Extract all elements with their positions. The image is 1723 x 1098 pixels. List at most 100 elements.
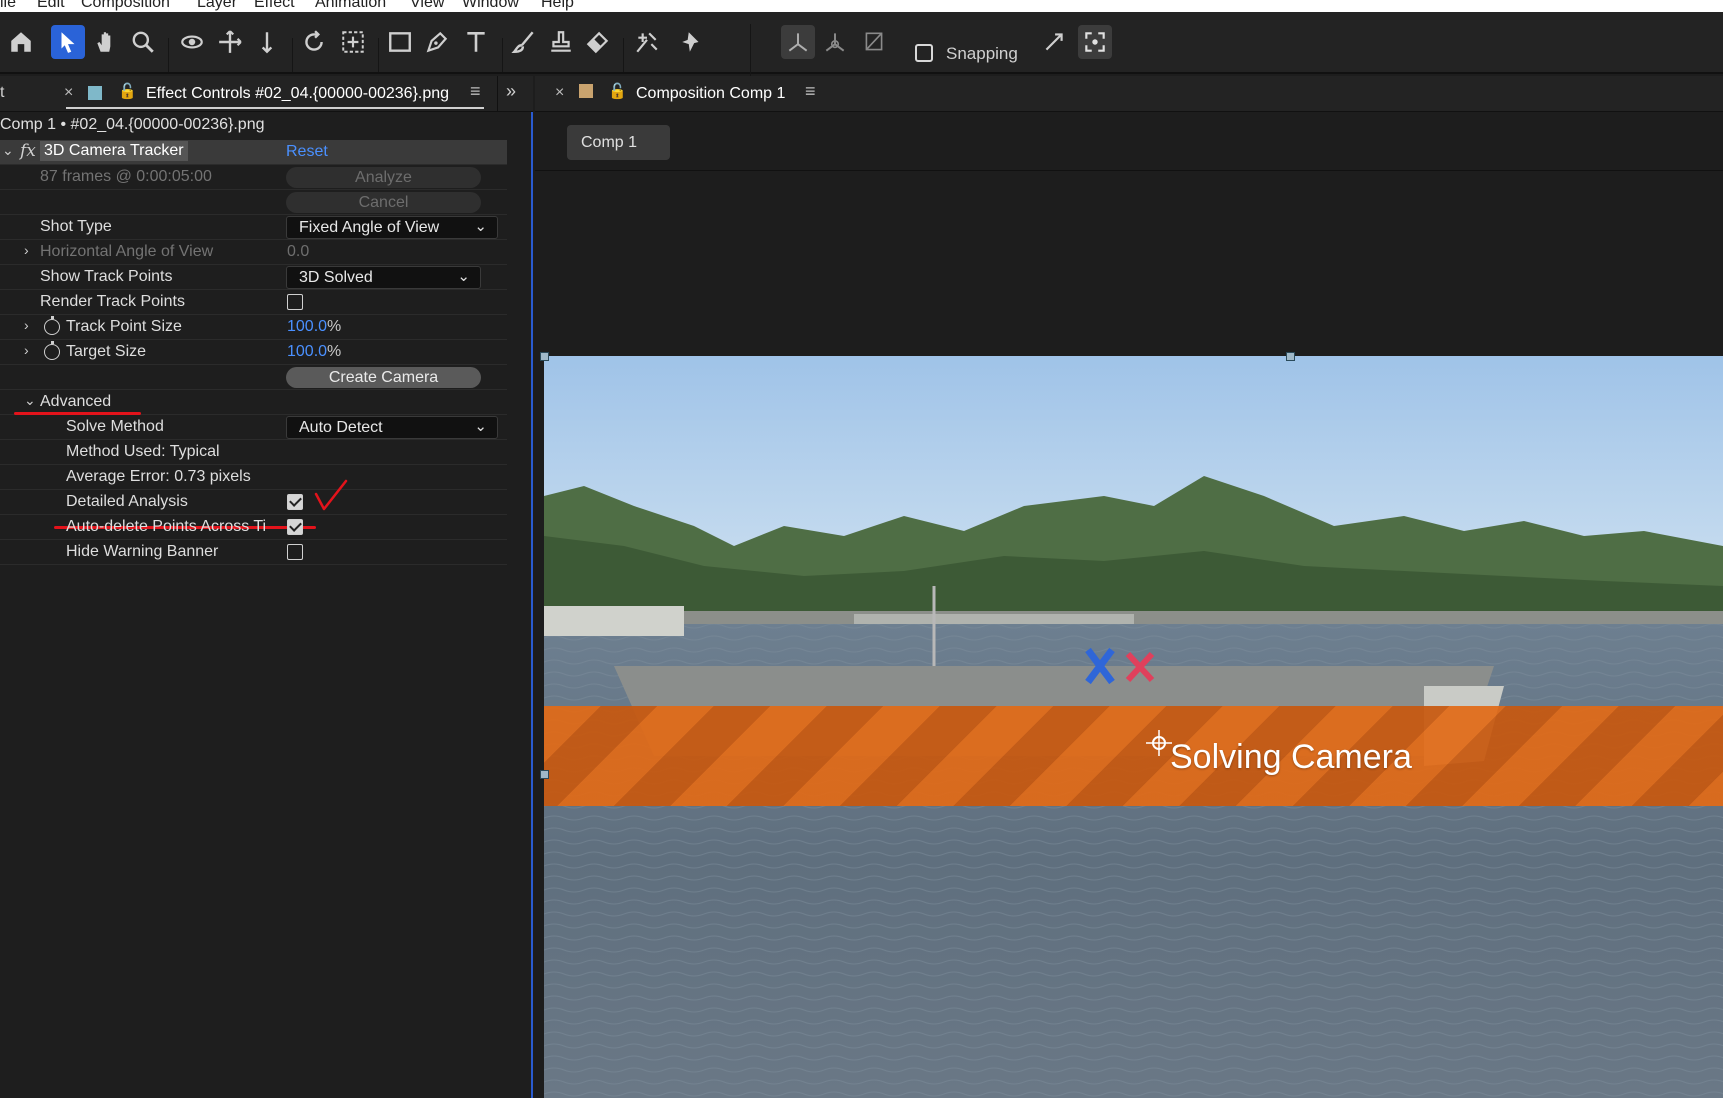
stopwatch-icon[interactable] [44,341,60,360]
chevron-right-icon[interactable]: › [24,317,29,333]
percent-unit: % [327,318,342,335]
track-xy-icon[interactable] [213,25,247,59]
layer-path: Comp 1 • #02_04.{00000-00236}.png [0,116,265,133]
frames-info: 87 frames @ 0:00:05:00 [40,168,212,185]
menu-edit[interactable]: Edit [37,0,65,12]
shot-type-value: Fixed Angle of View [299,219,440,236]
snapping-checkbox[interactable] [915,44,933,62]
layer-handle[interactable] [1286,352,1295,361]
chevron-down-icon[interactable]: ⌄ [2,142,14,159]
rectangle-icon[interactable] [383,25,417,59]
active-tab-underline [66,107,484,109]
menu-view[interactable]: View [410,0,444,12]
view-axis-icon[interactable] [857,25,891,59]
orbit-icon[interactable] [175,25,209,59]
rotate-icon[interactable] [297,25,331,59]
detailed-analysis-checkbox[interactable] [287,494,303,510]
chevron-down-icon: ⌄ [457,268,470,285]
shot-type-dropdown[interactable]: Fixed Angle of View ⌄ [286,216,498,239]
hand-icon[interactable] [89,25,123,59]
panel-menu-icon[interactable]: ≡ [470,81,481,102]
effect-name[interactable]: 3D Camera Tracker [40,141,188,161]
layer-handle[interactable] [540,352,549,361]
create-camera-row: Create Camera [0,365,507,390]
tab-effect-controls[interactable]: Effect Controls #02_04.{00000-00236}.png [146,85,449,103]
tab-separator [497,76,498,112]
menu-window[interactable]: Window [462,0,519,12]
show-track-points-value: 3D Solved [299,269,373,286]
show-track-points-label: Show Track Points [40,268,173,285]
project-tab-fragment[interactable]: t [0,84,4,102]
brush-icon[interactable] [507,25,541,59]
chevron-right-icon[interactable]: › [24,242,29,258]
target-size-label: Target Size [66,343,147,360]
close-icon[interactable]: × [555,84,564,102]
track-point-size-row: › Track Point Size 100.0% [0,315,507,340]
menu-help[interactable]: Help [541,0,574,12]
target-size-field[interactable]: 100.0% [287,343,341,361]
fx-icon[interactable]: fx [20,141,36,161]
render-track-points-checkbox[interactable] [287,294,303,310]
track-point-size-value[interactable]: 100.0 [287,318,327,335]
menu-effect[interactable]: Effect [254,0,295,12]
create-camera-button[interactable]: Create Camera [286,367,481,388]
solve-method-row: Solve Method Auto Detect ⌄ [0,415,507,440]
world-axis-icon[interactable] [818,25,852,59]
roto-brush-icon[interactable] [630,25,664,59]
composition-tab-bar: × 🔓 Composition Comp 1 ≡ [535,76,1723,112]
render-track-points-label: Render Track Points [40,293,185,310]
snap-target-icon[interactable] [1078,25,1112,59]
type-icon[interactable] [459,25,493,59]
menu-layer[interactable]: Layer [197,0,237,12]
horizontal-angle-value[interactable]: 0.0 [287,243,309,261]
breadcrumb-comp[interactable]: Comp 1 [567,125,670,160]
lock-icon[interactable]: 🔓 [118,82,137,100]
puppet-pin-icon[interactable] [675,25,709,59]
home-icon[interactable] [4,25,38,59]
menu-animation[interactable]: Animation [315,0,386,12]
local-axis-icon[interactable] [781,25,815,59]
snap-feature-icon[interactable] [1037,25,1071,59]
panel-menu-icon[interactable]: ≡ [805,81,816,102]
auto-delete-checkbox[interactable] [287,519,303,535]
menu-file[interactable]: ile [0,0,16,12]
cancel-button[interactable]: Cancel [286,192,481,213]
stopwatch-icon[interactable] [44,316,60,335]
target-size-value[interactable]: 100.0 [287,343,327,360]
tools-toolbar: Snapping [0,12,1723,86]
menu-composition[interactable]: Composition [81,0,170,12]
toolbar-separator [623,38,624,72]
close-icon[interactable]: × [64,84,73,102]
pen-icon[interactable] [420,25,454,59]
advanced-label[interactable]: Advanced [40,393,111,411]
solving-camera-banner [544,706,1723,806]
effect-header-row[interactable]: ⌄ fx 3D Camera Tracker Reset [0,140,507,165]
clone-stamp-icon[interactable] [544,25,578,59]
track-point-size-field[interactable]: 100.0% [287,318,341,336]
crosshair-icon [1146,730,1172,756]
comp-color-swatch [579,84,593,98]
layer-handle[interactable] [540,770,549,779]
zoom-icon[interactable] [126,25,160,59]
reset-link[interactable]: Reset [286,143,328,161]
track-z-icon[interactable] [250,25,284,59]
chevron-down-icon: ⌄ [474,218,487,235]
horizontal-angle-label: Horizontal Angle of View [40,243,214,260]
tab-composition[interactable]: Composition Comp 1 [636,85,785,103]
eraser-icon[interactable] [581,25,615,59]
pan-behind-icon[interactable] [336,25,370,59]
solve-method-dropdown[interactable]: Auto Detect ⌄ [286,416,498,439]
hide-warning-label: Hide Warning Banner [66,543,219,560]
hide-warning-checkbox[interactable] [287,544,303,560]
more-tabs-icon[interactable]: » [506,81,516,102]
analyze-button[interactable]: Analyze [286,167,481,188]
chevron-down-icon[interactable]: ⌄ [24,392,36,409]
lock-icon[interactable]: 🔓 [608,82,627,100]
effect-controls-tab-bar: t × 🔓 Effect Controls #02_04.{00000-0023… [0,76,533,112]
composition-viewer[interactable]: Solving Camera [544,356,1723,1098]
toolbar-separator [502,38,503,72]
show-track-points-dropdown[interactable]: 3D Solved ⌄ [286,266,481,289]
chevron-right-icon[interactable]: › [24,342,29,358]
selection-arrow-icon[interactable] [51,25,85,59]
toolbar-separator [168,38,169,72]
